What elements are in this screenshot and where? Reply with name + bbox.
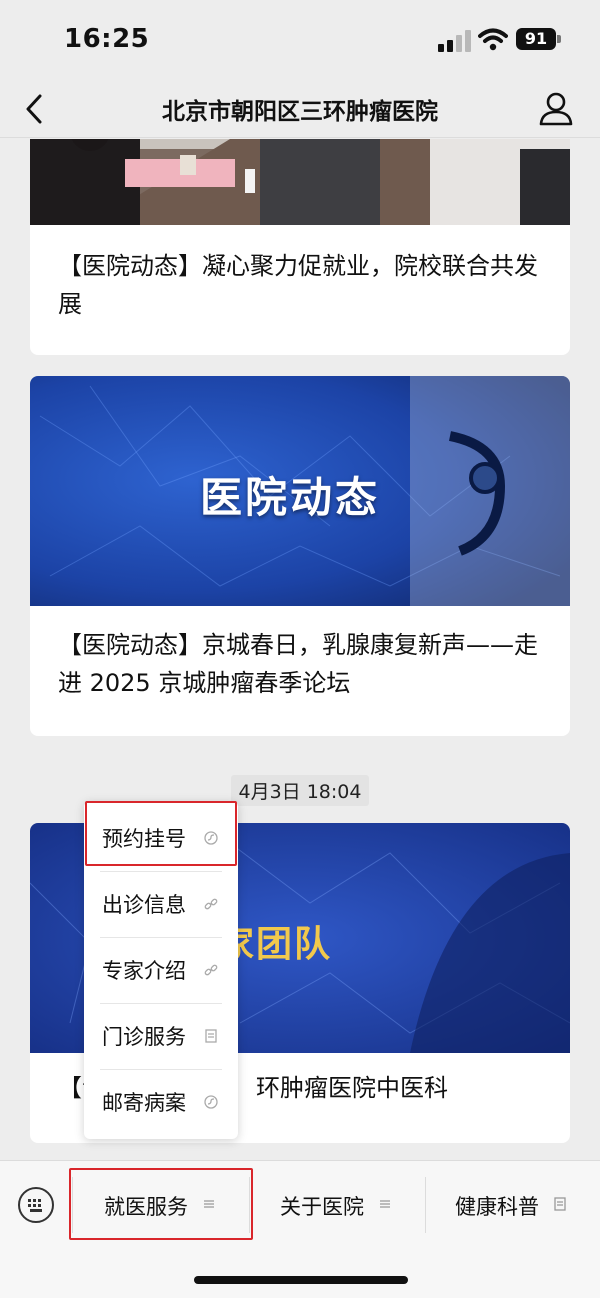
tab-label: 健康科普 [455,1195,539,1219]
article-card[interactable]: 医院动态 【医院动态】京城春日，乳腺康复新声——走进 2025 京城肿瘤春季论坛 [30,376,570,736]
menu-item-mail-records[interactable]: 邮寄病案 [84,1069,238,1135]
menu-item-label: 邮寄病案 [102,1091,186,1115]
menu-lines-icon [204,1200,214,1208]
article-title: 【医院动态】京城春日，乳腺康复新声——走进 2025 京城肿瘤春季论坛 [58,631,538,697]
article-thumbnail [30,139,570,225]
menu-item-label: 专家介绍 [102,959,186,983]
chevron-left-icon[interactable] [18,90,54,128]
menu-lines-icon [380,1200,390,1208]
link-icon [204,964,218,976]
battery-indicator: 91 [516,28,556,50]
article-icon [205,1029,217,1043]
battery-nub [557,35,561,43]
menu-item-experts[interactable]: 专家介绍 [84,937,238,1003]
article-icon [554,1197,566,1211]
mini-program-icon [204,1095,218,1109]
nav-bar: 北京市朝阳区三环肿瘤医院 [0,80,600,138]
banner-text: 医院动态 [200,473,381,522]
tab-label: 关于医院 [280,1195,364,1219]
status-bar: 16:25 91 [0,0,600,80]
link-icon [204,898,218,910]
keyboard-icon[interactable] [18,1187,54,1223]
article-banner: 医院动态 [30,376,570,606]
menu-item-label: 预约挂号 [102,827,186,851]
mini-program-icon [204,831,218,845]
tab-medical-services[interactable]: 就医服务 [73,1161,249,1247]
article-title-suffix: 环肿瘤医院中医科 [256,1074,448,1102]
wifi-icon [478,28,508,51]
article-card[interactable]: 【医院动态】凝心聚力促就业，院校联合共发展 [30,139,570,355]
person-icon[interactable] [536,90,576,128]
article-title: 【医院动态】凝心聚力促就业，院校联合共发展 [58,252,538,318]
menu-item-label: 门诊服务 [102,1025,186,1049]
tab-health-education[interactable]: 健康科普 [426,1161,600,1247]
menu-item-outpatient[interactable]: 门诊服务 [84,1003,238,1069]
menu-item-label: 出诊信息 [102,893,186,917]
tab-about-hospital[interactable]: 关于医院 [250,1161,426,1247]
submenu-popup: 预约挂号 出诊信息 专家介绍 门诊服务 邮寄病案 [84,801,238,1139]
signal-icon [438,30,472,52]
page-title: 北京市朝阳区三环肿瘤医院 [162,99,438,125]
status-time: 16:25 [64,24,150,54]
menu-item-appointment[interactable]: 预约挂号 [84,805,238,871]
timestamp: 4月3日 18:04 [230,775,370,806]
tab-label: 就医服务 [104,1195,188,1219]
menu-item-clinic-info[interactable]: 出诊信息 [84,871,238,937]
home-indicator[interactable] [194,1276,408,1284]
